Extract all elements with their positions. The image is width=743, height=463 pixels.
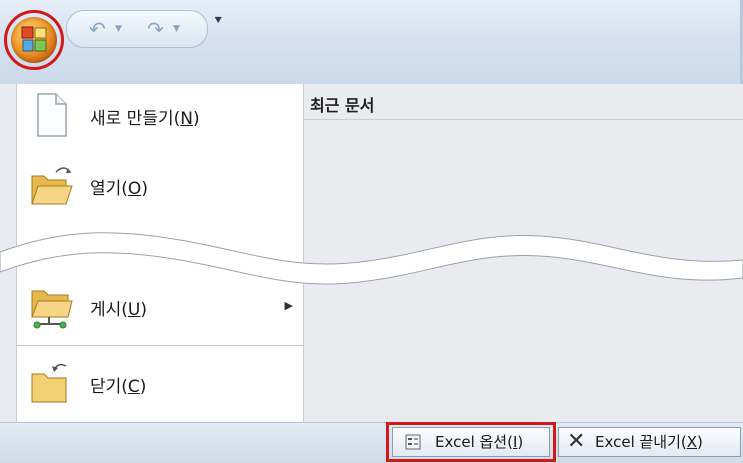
menu-item-label: 새로 만들기(N) xyxy=(90,109,200,129)
exit-excel-button[interactable]: ✕ Excel 끝내기(X) xyxy=(558,427,741,457)
recent-documents-title: 최근 문서 xyxy=(310,96,375,115)
menu-separator xyxy=(16,345,303,346)
close-folder-icon xyxy=(31,363,67,403)
exit-excel-label: Excel 끝내기(X) xyxy=(595,433,703,451)
redo-icon[interactable]: ↷ xyxy=(147,11,164,47)
blank-document-icon xyxy=(37,93,67,137)
undo-dropdown-icon[interactable]: ▼ xyxy=(115,24,122,34)
qat-pill: ↶ ▼ ↷ ▼ xyxy=(66,10,208,48)
recent-divider xyxy=(304,119,743,120)
undo-icon[interactable]: ↶ xyxy=(89,11,106,47)
customize-toolbar-icon[interactable]: ⯆ xyxy=(213,14,223,29)
menu-item-label: 닫기(C) xyxy=(90,377,147,397)
menu-item-label: 열기(O) xyxy=(90,179,148,199)
menu-item-new[interactable]: 새로 만들기(N) xyxy=(16,86,303,146)
image-break xyxy=(0,232,743,285)
excel-options-highlight xyxy=(386,422,556,462)
open-folder-icon xyxy=(31,167,73,205)
menu-item-open[interactable]: 열기(O) xyxy=(16,156,303,216)
office-button[interactable] xyxy=(11,17,57,63)
menu-item-close[interactable]: 닫기(C) xyxy=(16,352,303,412)
close-x-icon: ✕ xyxy=(567,429,586,454)
quick-access-toolbar: ↶ ▼ ↷ ▼ ⯆ xyxy=(0,0,743,84)
redo-dropdown-icon[interactable]: ▼ xyxy=(173,24,180,34)
office-button-icon xyxy=(21,26,47,52)
